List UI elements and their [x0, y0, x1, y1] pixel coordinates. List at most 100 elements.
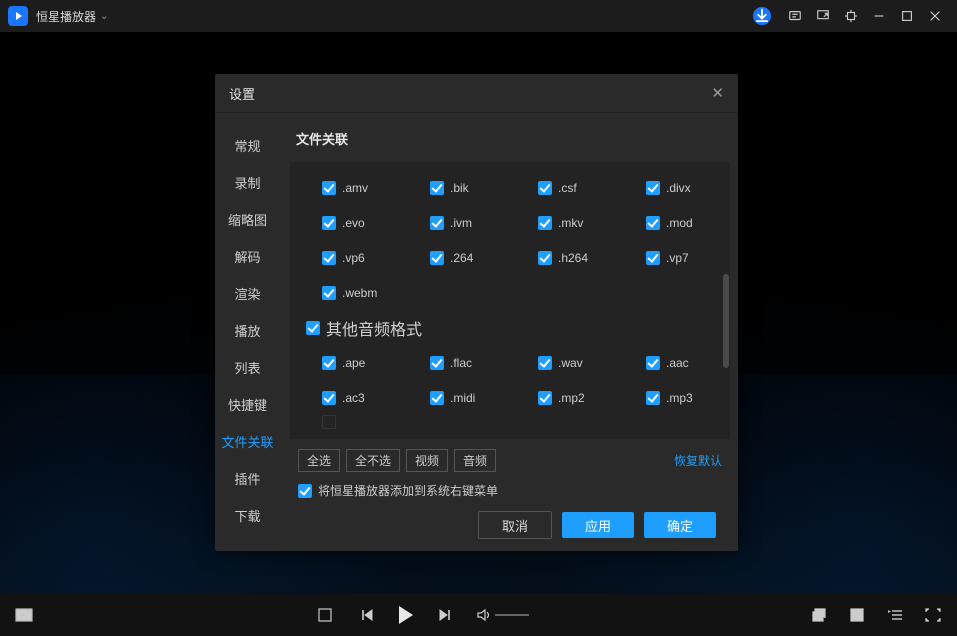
ext-checkbox[interactable] — [430, 251, 444, 265]
sidebar-item-7[interactable]: 快捷键 — [215, 386, 280, 423]
ext-checkbox[interactable] — [322, 216, 336, 230]
chevron-down-icon[interactable]: ⌄ — [100, 11, 108, 22]
mini-window-icon[interactable] — [809, 0, 837, 32]
playlist-icon[interactable] — [885, 605, 905, 625]
close-icon[interactable]: ✕ — [711, 84, 724, 102]
ext-checkbox[interactable] — [322, 251, 336, 265]
scrollbar[interactable] — [722, 162, 730, 439]
sidebar-item-10[interactable]: 下载 — [215, 497, 280, 534]
sidebar-item-8[interactable]: 文件关联 — [215, 423, 280, 460]
ext-row: .ape .flac .wav .aac — [294, 345, 726, 380]
ext-label: .vp7 — [666, 251, 689, 265]
ext-checkbox[interactable] — [538, 251, 552, 265]
dialog-footer: 取消 应用 确定 — [290, 499, 730, 551]
play-icon[interactable] — [399, 605, 413, 625]
ext-evo[interactable]: .evo — [322, 216, 402, 230]
ext-divx[interactable]: .divx — [646, 181, 726, 195]
ext-checkbox[interactable] — [430, 356, 444, 370]
ext-webm[interactable]: .webm — [322, 286, 402, 300]
ext-checkbox[interactable] — [430, 391, 444, 405]
apply-button[interactable]: 应用 — [562, 512, 634, 538]
ext-checkbox[interactable] — [322, 356, 336, 370]
ext-mp2[interactable]: .mp2 — [538, 391, 618, 405]
ext-label: .divx — [666, 181, 691, 195]
restore-defaults-link[interactable]: 恢复默认 — [674, 452, 722, 469]
ext-vp6[interactable]: .vp6 — [322, 251, 402, 265]
pin-icon[interactable] — [837, 0, 865, 32]
scrollbar-thumb[interactable] — [723, 274, 729, 368]
ext-mp3[interactable]: .mp3 — [646, 391, 726, 405]
audio-group-label: 其他音频格式 — [326, 316, 422, 340]
sidebar-item-6[interactable]: 列表 — [215, 349, 280, 386]
sidebar-item-2[interactable]: 缩略图 — [215, 201, 280, 238]
ext-checkbox[interactable] — [538, 356, 552, 370]
ext-checkbox[interactable] — [538, 391, 552, 405]
select-all-button[interactable]: 全选 — [298, 449, 340, 472]
settings-dialog: 设置 ✕ 常规录制缩略图解码渲染播放列表快捷键文件关联插件下载 文件关联 .am… — [215, 74, 738, 551]
download-badge-icon[interactable] — [753, 7, 771, 25]
sidebar-item-4[interactable]: 渲染 — [215, 275, 280, 312]
ext-checkbox[interactable] — [322, 181, 336, 195]
sidebar-item-1[interactable]: 录制 — [215, 164, 280, 201]
ext-wav[interactable]: .wav — [538, 356, 618, 370]
context-menu-option: 将恒星播放器添加到系统右键菜单 — [290, 478, 730, 499]
ext-checkbox[interactable] — [538, 216, 552, 230]
filter-audio-button[interactable]: 音频 — [454, 449, 496, 472]
select-none-button[interactable]: 全不选 — [346, 449, 400, 472]
sidebar-item-9[interactable]: 插件 — [215, 460, 280, 497]
ok-button[interactable]: 确定 — [644, 512, 716, 538]
ext-amv[interactable]: .amv — [322, 181, 402, 195]
ext-checkbox[interactable] — [322, 286, 336, 300]
ext-ape[interactable]: .ape — [322, 356, 402, 370]
ext-label: .ac3 — [342, 391, 365, 405]
ext-checkbox[interactable] — [430, 181, 444, 195]
audio-group-checkbox[interactable] — [306, 321, 320, 335]
ext-checkbox[interactable] — [646, 356, 660, 370]
volume-icon[interactable] — [477, 605, 529, 625]
ext-flac[interactable]: .flac — [430, 356, 510, 370]
ext-label: .ape — [342, 356, 365, 370]
ext-mod[interactable]: .mod — [646, 216, 726, 230]
ext-checkbox[interactable] — [646, 181, 660, 195]
ext-aac[interactable]: .aac — [646, 356, 726, 370]
ext-checkbox[interactable] — [646, 391, 660, 405]
ext-row: .evo .ivm .mkv .mod — [294, 205, 726, 240]
context-menu-checkbox[interactable] — [298, 484, 312, 498]
ext-bik[interactable]: .bik — [430, 181, 510, 195]
open-file-icon[interactable] — [14, 605, 34, 625]
ext-checkbox[interactable] — [322, 391, 336, 405]
rotate-icon[interactable] — [809, 605, 829, 625]
ext-ac3[interactable]: .ac3 — [322, 391, 402, 405]
sidebar-item-5[interactable]: 播放 — [215, 312, 280, 349]
volume-slider[interactable] — [495, 614, 529, 616]
maximize-button[interactable] — [893, 0, 921, 32]
ext-ivm[interactable]: .ivm — [430, 216, 510, 230]
filter-video-button[interactable]: 视频 — [406, 449, 448, 472]
ext-vp7[interactable]: .vp7 — [646, 251, 726, 265]
close-button[interactable] — [921, 0, 949, 32]
ext-label: .ivm — [450, 216, 472, 230]
ext-264[interactable]: .264 — [430, 251, 510, 265]
ext-row: .amv .bik .csf .divx — [294, 170, 726, 205]
ext-checkbox[interactable] — [322, 415, 336, 429]
ext-csf[interactable]: .csf — [538, 181, 618, 195]
ext-checkbox[interactable] — [646, 251, 660, 265]
fullscreen-icon[interactable] — [923, 605, 943, 625]
dialog-title: 设置 — [229, 84, 255, 103]
sidebar-item-3[interactable]: 解码 — [215, 238, 280, 275]
previous-icon[interactable] — [357, 605, 377, 625]
ext-checkbox[interactable] — [430, 216, 444, 230]
stop-icon[interactable] — [315, 605, 335, 625]
ext-checkbox[interactable] — [646, 216, 660, 230]
next-icon[interactable] — [435, 605, 455, 625]
feedback-icon[interactable] — [781, 0, 809, 32]
ext-mkv[interactable]: .mkv — [538, 216, 618, 230]
ext-midi[interactable]: .midi — [430, 391, 510, 405]
library-icon[interactable] — [847, 605, 867, 625]
sidebar-item-0[interactable]: 常规 — [215, 127, 280, 164]
ext-h264[interactable]: .h264 — [538, 251, 618, 265]
ext-label: .webm — [342, 286, 377, 300]
ext-checkbox[interactable] — [538, 181, 552, 195]
minimize-button[interactable] — [865, 0, 893, 32]
cancel-button[interactable]: 取消 — [478, 511, 552, 539]
